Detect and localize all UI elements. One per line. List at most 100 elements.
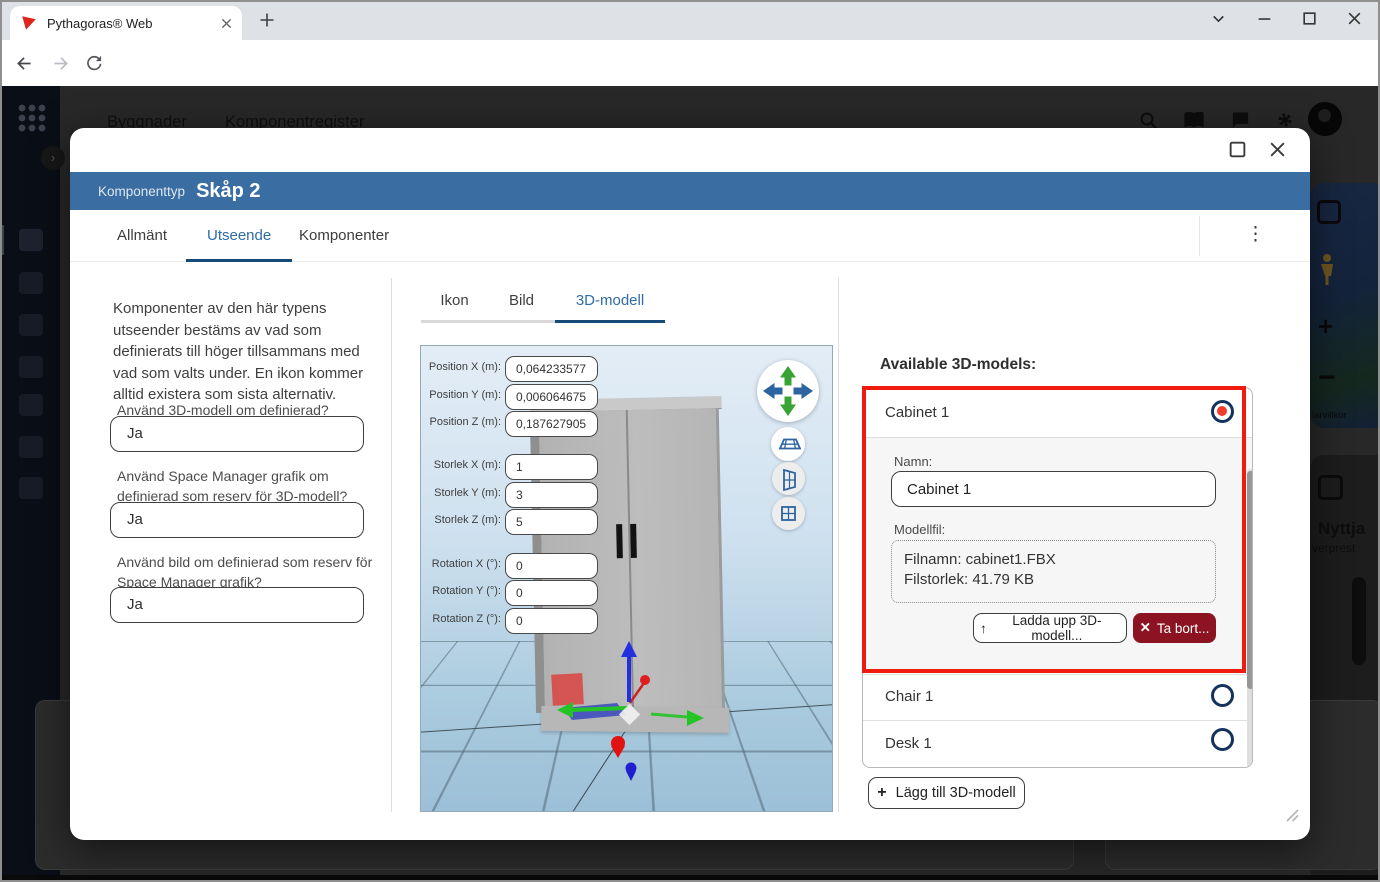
column-divider-right (838, 278, 839, 812)
radio-cabinet-selected[interactable] (1211, 400, 1234, 423)
new-tab-button[interactable] (258, 11, 276, 29)
dialog-title: Skåp 2 (196, 179, 261, 202)
app-settings-gear-icon[interactable] (1275, 110, 1295, 130)
card-scrollbar[interactable] (1352, 577, 1366, 665)
tab-3d-modell[interactable]: 3D-modell (555, 283, 665, 323)
pan-control[interactable] (757, 360, 819, 422)
tab-ikon[interactable]: Ikon (421, 283, 488, 323)
tab-close-icon[interactable] (221, 18, 232, 29)
input-position-x[interactable] (505, 356, 598, 382)
dialog-kicker: Komponenttyp (98, 183, 186, 199)
select-use-bild[interactable]: Ja (110, 587, 364, 623)
tab-allmant[interactable]: Allmänt (96, 210, 188, 262)
tab-utseende[interactable]: Utseende (186, 210, 293, 262)
models-list: Cabinet 1 Namn: Modellfil: Filnamn: cabi… (862, 387, 1253, 768)
add-model-button[interactable]: + Lägg till 3D-modell (868, 777, 1025, 809)
radio-desk[interactable] (1211, 728, 1234, 751)
dialog-tabbar: Allmänt Utseende Komponenter (70, 210, 1310, 262)
app-book-icon[interactable] (1183, 110, 1205, 130)
tab-title: Pythagoras® Web (47, 15, 153, 31)
dialog-resize-handle[interactable] (1282, 805, 1300, 823)
browser-toolbar: pim.pythagoras.se/py_datamanager_interna… (0, 40, 1380, 119)
sidebar-item-clock-icon[interactable] (19, 477, 43, 499)
label-rotation-z: Rotation Z (°): (432, 613, 501, 625)
sidebar-item-buildings-icon[interactable] (19, 229, 43, 251)
models-panel-title: Available 3D-models: (880, 356, 1037, 373)
map-pegman-icon[interactable] (1318, 253, 1336, 287)
input-position-y[interactable] (505, 384, 598, 410)
pan-arrows-icon (763, 366, 813, 416)
input-storlek-y[interactable] (505, 482, 598, 508)
tab-bild[interactable]: Bild (488, 283, 555, 323)
tabbar-divider (1199, 216, 1200, 256)
model-name-input[interactable] (891, 471, 1216, 507)
card-text-2: verprest (1312, 541, 1356, 555)
input-rotation-z[interactable] (505, 608, 598, 634)
dialog-titlebar (70, 128, 1310, 172)
komponenttyp-dialog: Komponenttyp Skåp 2 Allmänt Utseende Kom… (70, 128, 1310, 840)
front-view-icon (781, 506, 796, 521)
waffle-menu-icon[interactable] (17, 103, 46, 132)
remove-model-button[interactable]: ✕ Ta bort... (1133, 613, 1216, 643)
sidebar-expand-chevron[interactable]: › (41, 146, 65, 170)
app-chat-icon[interactable] (1229, 110, 1250, 130)
dialog-close-icon[interactable] (1268, 140, 1287, 159)
sidebar-item-chart-icon[interactable] (19, 436, 43, 458)
browser-tab[interactable]: Pythagoras® Web (10, 6, 242, 40)
map-terms-text[interactable]: larvillkor (1312, 410, 1347, 421)
tab-komponenter[interactable]: Komponenter (278, 210, 410, 262)
dialog-maximize-icon[interactable] (1228, 140, 1247, 159)
model-name-cabinet: Cabinet 1 (885, 404, 950, 421)
input-rotation-y[interactable] (505, 580, 598, 606)
view-front-button[interactable] (772, 497, 805, 530)
view-side-button[interactable] (772, 462, 805, 495)
forward-icon[interactable] (50, 53, 71, 74)
input-storlek-x[interactable] (505, 454, 598, 480)
upload-label: Ladda upp 3D-modell... (1012, 613, 1102, 643)
field-label-bild: Använd bild om definierad som reserv för… (117, 554, 373, 590)
sidebar-item-clipboard-icon[interactable] (19, 314, 43, 336)
select-use-space-manager[interactable]: Ja (110, 502, 364, 538)
sidebar-item-broom-icon[interactable] (19, 356, 43, 378)
remove-x-icon: ✕ (1139, 620, 1151, 635)
select-use-3d-model[interactable]: Ja (110, 416, 364, 452)
radio-chair[interactable] (1211, 684, 1234, 707)
3d-viewport[interactable]: Position X (m): Position Y (m): Position… (420, 345, 833, 812)
app-search-icon[interactable] (1138, 110, 1158, 130)
list-item-chair[interactable]: Chair 1 (863, 674, 1252, 721)
map-zoom-out-button[interactable]: − (1318, 363, 1342, 393)
card-checkbox-icon[interactable] (1318, 475, 1343, 500)
cabinet-detail-panel: Namn: Modellfil: Filnamn: cabinet1.FBX F… (863, 437, 1252, 670)
viewer-tabbar: Ikon Bild 3D-modell (421, 283, 665, 323)
map-zoom-in-button[interactable]: + (1318, 313, 1342, 339)
sidebar-item-handshake-icon[interactable] (19, 272, 43, 294)
models-scrollbar-thumb[interactable] (1247, 471, 1252, 689)
list-item-cabinet[interactable]: Cabinet 1 (863, 388, 1252, 437)
map-fullscreen-button[interactable] (1317, 200, 1341, 224)
window-maximize-icon[interactable] (1301, 10, 1318, 27)
add-label: Lägg till 3D-modell (895, 785, 1016, 801)
appearance-description: Komponenter av den här typens utseender … (113, 300, 364, 403)
input-position-z[interactable] (505, 411, 598, 437)
dialog-header: Komponenttyp Skåp 2 (70, 172, 1310, 210)
side-view-icon (783, 468, 796, 492)
input-storlek-z[interactable] (505, 509, 598, 535)
upload-model-button[interactable]: ↑ Ladda upp 3D-modell... (973, 613, 1127, 643)
dialog-menu-kebab-icon[interactable]: ⋮ (1246, 222, 1265, 248)
window-minimize-icon[interactable] (1256, 10, 1273, 27)
browser-tab-strip: Pythagoras® Web (0, 0, 1380, 40)
model-file-info: Filnamn: cabinet1.FBX Filstorlek: 41.79 … (891, 540, 1216, 603)
app-user-avatar[interactable] (1308, 102, 1342, 136)
label-storlek-z: Storlek Z (m): (434, 514, 501, 526)
input-rotation-x[interactable] (505, 553, 598, 579)
window-menu-chevron-icon[interactable] (1210, 10, 1227, 27)
reload-icon[interactable] (84, 53, 104, 73)
file-size-text: Filstorlek: 41.79 KB (904, 571, 1035, 588)
window-close-icon[interactable] (1346, 10, 1363, 27)
list-item-desk[interactable]: Desk 1 (863, 720, 1252, 767)
sidebar-item-portfolio-icon[interactable] (19, 394, 43, 416)
model-name-chair: Chair 1 (885, 688, 934, 705)
view-top-button[interactable] (771, 427, 805, 461)
sidebar-active-indicator (0, 225, 4, 255)
back-icon[interactable] (14, 53, 35, 74)
